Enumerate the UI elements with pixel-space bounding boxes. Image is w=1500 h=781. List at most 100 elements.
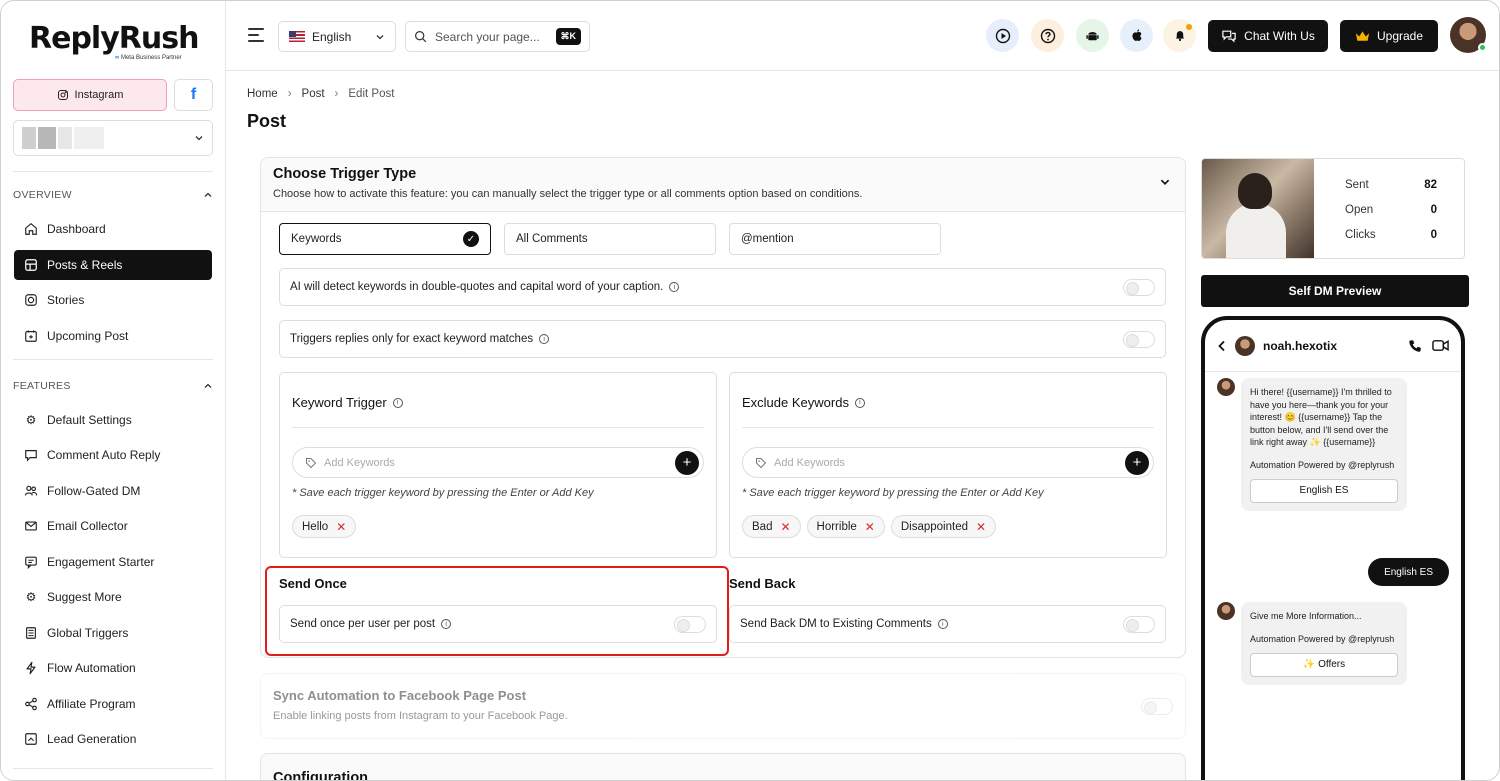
divider — [13, 359, 213, 360]
sidebar-item-posts-reels[interactable]: Posts & Reels — [14, 250, 212, 280]
sidebar-item-label: Affiliate Program — [47, 697, 136, 711]
upgrade-button[interactable]: Upgrade — [1340, 20, 1438, 52]
info-icon[interactable]: i — [392, 397, 403, 408]
trigger-option-all-comments[interactable]: All Comments — [504, 223, 716, 255]
share-icon — [25, 697, 37, 711]
sidebar-item-label: Posts & Reels — [47, 258, 123, 272]
sync-toggle[interactable] — [1141, 698, 1173, 715]
message-bubble: Give me More Information... Automation P… — [1241, 602, 1407, 685]
message-button[interactable]: ✨ Offers — [1250, 653, 1398, 677]
exclude-tags: Bad ✕ Horrible ✕ Disappointed ✕ — [742, 515, 997, 538]
breadcrumb-home[interactable]: Home — [247, 88, 278, 100]
add-exclude-keyword-button[interactable]: + — [1125, 450, 1149, 475]
ai-detect-row: AI will detect keywords in double-quotes… — [279, 268, 1166, 306]
exact-match-toggle[interactable] — [1123, 330, 1155, 348]
sidebar-item-dashboard[interactable]: Dashboard — [14, 214, 212, 244]
bell-icon — [1175, 31, 1184, 42]
ai-detect-toggle[interactable] — [1123, 278, 1155, 296]
send-back-toggle[interactable] — [1123, 615, 1155, 633]
notifications-button[interactable] — [1163, 19, 1196, 52]
self-dm-preview-button[interactable]: Self DM Preview — [1201, 275, 1469, 307]
breadcrumb-post[interactable]: Post — [302, 88, 325, 100]
sidebar-item-affiliate-program[interactable]: Affiliate Program — [14, 689, 212, 719]
exclude-keywords-box: Exclude Keywords i Add Keywords + * Save… — [729, 372, 1167, 558]
remove-tag-icon[interactable]: ✕ — [336, 520, 346, 534]
sidebar-item-lead-generation[interactable]: Lead Generation — [14, 724, 212, 754]
configuration-card[interactable]: Configuration — [260, 753, 1186, 781]
facebook-button[interactable]: f — [174, 79, 213, 111]
info-icon[interactable]: i — [854, 397, 865, 408]
overview-section-header[interactable]: OVERVIEW — [13, 189, 213, 201]
apple-button[interactable] — [1120, 19, 1153, 52]
sidebar-item-label: Dashboard — [47, 222, 106, 236]
sidebar-item-default-settings[interactable]: ⚙ Default Settings — [14, 405, 212, 435]
trigger-option-label: @mention — [741, 233, 794, 245]
remove-tag-icon[interactable]: ✕ — [976, 520, 986, 534]
info-icon[interactable]: i — [539, 334, 550, 344]
check-icon: ✓ — [463, 231, 479, 247]
trigger-option-keywords[interactable]: Keywords ✓ — [279, 223, 491, 255]
trigger-option-mention[interactable]: @mention — [729, 223, 941, 255]
remove-tag-icon[interactable]: ✕ — [780, 520, 790, 534]
features-header-label: FEATURES — [13, 380, 71, 392]
brand-subtitle-text: Meta Business Partner — [120, 55, 182, 61]
android-button[interactable] — [1076, 19, 1109, 52]
video-icon[interactable] — [1432, 339, 1449, 352]
shortcut-badge: ⌘K — [555, 28, 581, 45]
keyword-input[interactable]: Add Keywords + — [292, 447, 704, 478]
keyword-trigger-title: Keyword Trigger i — [292, 395, 403, 410]
chat-icon — [1222, 30, 1236, 43]
search-input[interactable]: Search your page... ⌘K — [405, 21, 590, 52]
sidebar-item-label: Stories — [47, 293, 85, 307]
back-arrow-icon[interactable] — [1217, 340, 1227, 352]
language-select[interactable]: English — [278, 21, 396, 52]
exclude-tag: Horrible ✕ — [806, 515, 885, 538]
stat-value: 0 — [1430, 229, 1437, 241]
features-section-header[interactable]: FEATURES — [13, 380, 213, 392]
exact-match-label: Triggers replies only for exact keyword … — [290, 333, 534, 345]
sidebar-item-stories[interactable]: Stories — [14, 285, 212, 315]
info-icon[interactable]: i — [669, 282, 680, 292]
cog-sparkle-icon: ⚙ — [25, 590, 37, 604]
keyword-tag: Hello ✕ — [292, 515, 357, 538]
search-placeholder: Search your page... — [435, 29, 540, 44]
sidebar-item-label: Global Triggers — [47, 626, 129, 640]
sidebar-item-upcoming-post[interactable]: Upcoming Post — [14, 321, 212, 351]
instagram-button[interactable]: Instagram — [13, 79, 167, 111]
account-select[interactable] — [13, 120, 213, 156]
sidebar-item-email-collector[interactable]: Email Collector — [14, 511, 212, 541]
trigger-card-header[interactable]: Choose Trigger Type Choose how to activa… — [261, 158, 1185, 212]
sidebar-item-comment-auto-reply[interactable]: Comment Auto Reply — [14, 440, 212, 470]
trigger-option-label: Keywords — [291, 233, 342, 245]
dm-preview-phone: noah.hexotix Hi there! {{username}} I'm … — [1201, 316, 1465, 780]
add-keyword-button[interactable]: + — [675, 450, 699, 475]
sidebar-item-follow-gated-dm[interactable]: Follow-Gated DM — [14, 476, 212, 506]
message-button[interactable]: English ES — [1250, 479, 1398, 503]
sidebar-item-label: Follow-Gated DM — [47, 484, 141, 498]
message-text: Hi there! {{username}} I'm thrilled to h… — [1250, 387, 1392, 447]
play-button[interactable] — [986, 19, 1019, 52]
menu-icon[interactable] — [248, 28, 264, 46]
remove-tag-icon[interactable]: ✕ — [865, 520, 875, 534]
sidebar-item-flow-automation[interactable]: Flow Automation — [14, 653, 212, 683]
configuration-title: Configuration — [273, 770, 369, 781]
help-icon — [1040, 28, 1055, 43]
chat-with-us-button[interactable]: Chat With Us — [1208, 20, 1328, 52]
sidebar: ReplyRush ∞ Meta Business Partner Instag… — [1, 1, 226, 780]
list-icon — [26, 627, 36, 639]
powered-by-text: Automation Powered by @replyrush — [1250, 633, 1395, 644]
sidebar-item-global-triggers[interactable]: Global Triggers — [14, 618, 212, 648]
info-icon[interactable]: i — [937, 619, 948, 629]
avatar[interactable] — [1450, 17, 1487, 53]
send-back-row: Send Back DM to Existing Comments i — [729, 605, 1166, 643]
message-bubble: Hi there! {{username}} I'm thrilled to h… — [1241, 378, 1407, 511]
users-icon — [24, 485, 38, 496]
exclude-input-placeholder: Add Keywords — [774, 456, 845, 469]
dm-username: noah.hexotix — [1263, 338, 1338, 353]
phone-icon[interactable] — [1408, 339, 1422, 353]
sidebar-item-engagement-starter[interactable]: Engagement Starter — [14, 547, 212, 577]
sidebar-item-suggest-more[interactable]: ⚙ Suggest More — [14, 582, 212, 612]
exclude-keyword-input[interactable]: Add Keywords + — [742, 447, 1154, 478]
help-button[interactable] — [1031, 19, 1064, 52]
sidebar-item-label: Comment Auto Reply — [47, 448, 161, 462]
